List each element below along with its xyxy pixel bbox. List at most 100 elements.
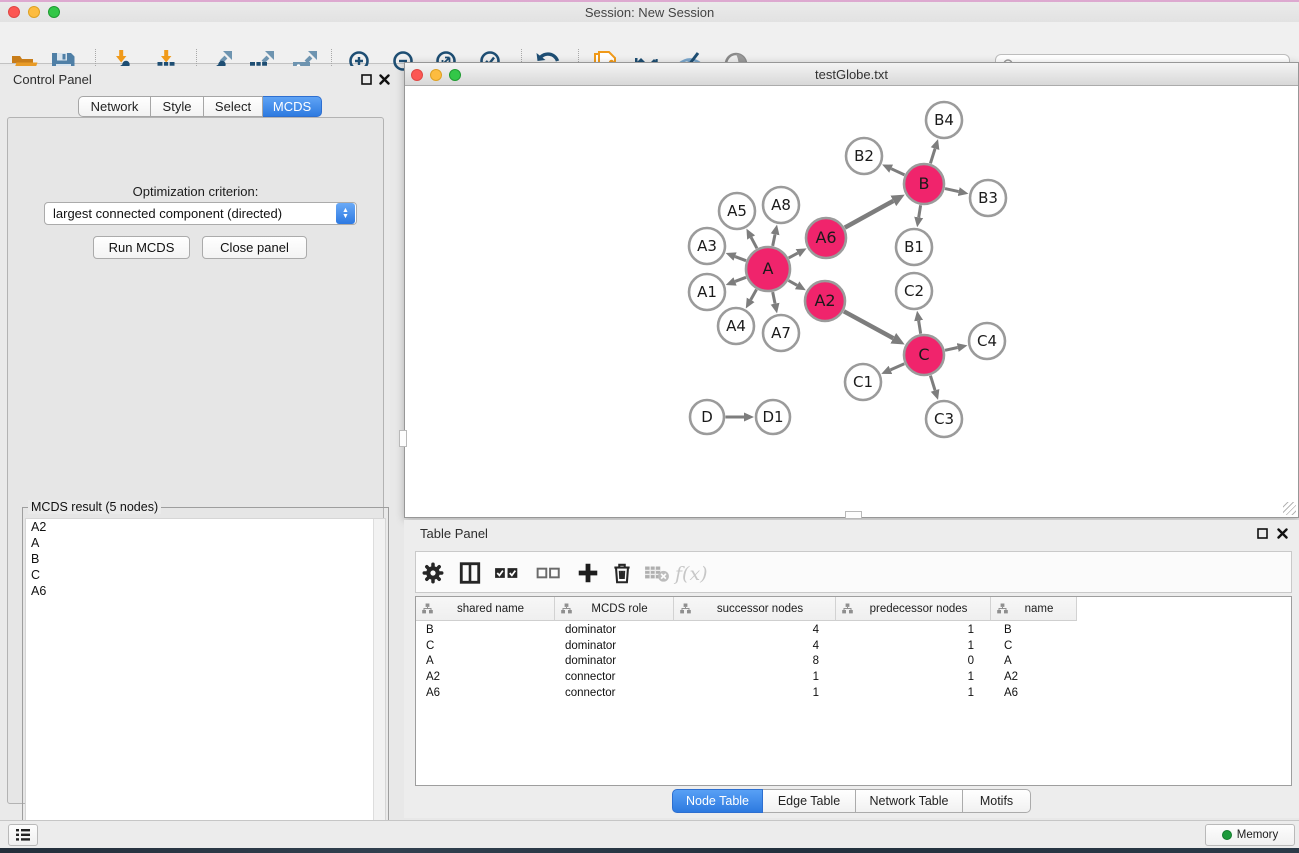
- graph-edge-B-B2[interactable]: [891, 169, 904, 175]
- tab-node-table[interactable]: Node Table: [672, 789, 763, 813]
- graph-edge-A-A8[interactable]: [773, 234, 775, 246]
- network-maximize-icon[interactable]: [449, 69, 461, 81]
- sort-icon[interactable]: [422, 603, 433, 614]
- close-panel-icon[interactable]: [376, 71, 392, 87]
- table-tabs: Node TableEdge TableNetwork TableMotifs: [672, 789, 1031, 813]
- table-row[interactable]: Cdominator41C: [416, 638, 1291, 654]
- sort-icon[interactable]: [561, 603, 572, 614]
- optimization-criterion-dropdown[interactable]: largest connected component (directed) ▲…: [44, 202, 357, 225]
- graph-edge-A2-C[interactable]: [844, 311, 893, 338]
- tab-select[interactable]: Select: [204, 96, 263, 117]
- table-row[interactable]: Bdominator41B: [416, 622, 1291, 638]
- mcds-result-group: MCDS result (5 nodes) A2ABCA6: [22, 507, 389, 852]
- float-panel-icon[interactable]: [358, 71, 374, 87]
- result-item[interactable]: A6: [26, 583, 385, 599]
- table-cell: 1: [836, 640, 991, 652]
- network-close-icon[interactable]: [411, 69, 423, 81]
- column-header-name[interactable]: name: [991, 597, 1077, 621]
- dropdown-value: largest connected component (directed): [45, 206, 336, 221]
- graph-edge-A-A5[interactable]: [751, 237, 757, 248]
- tab-mcds[interactable]: MCDS: [263, 96, 322, 117]
- tab-edge-table[interactable]: Edge Table: [763, 789, 856, 813]
- graph-node-label: A: [763, 259, 774, 278]
- graph-edge-A-A6[interactable]: [789, 253, 798, 258]
- mcds-tab-content: Optimization criterion: largest connecte…: [7, 117, 384, 804]
- memory-button[interactable]: Memory: [1205, 824, 1295, 846]
- task-history-button[interactable]: [8, 824, 38, 846]
- network-hscrollbar[interactable]: [845, 511, 862, 519]
- tab-motifs[interactable]: Motifs: [963, 789, 1031, 813]
- result-item[interactable]: C: [26, 567, 385, 583]
- table-cell: 1: [836, 671, 991, 683]
- close-window-icon[interactable]: [8, 6, 20, 18]
- table-cell: A: [991, 655, 1077, 667]
- control-panel-title: Control Panel: [13, 72, 92, 87]
- resize-grip-icon[interactable]: [1283, 502, 1296, 515]
- result-item[interactable]: B: [26, 551, 385, 567]
- graph-edge-A-A3[interactable]: [735, 257, 746, 261]
- table-cell: 4: [674, 624, 836, 636]
- table-cell: A6: [416, 687, 555, 699]
- graph-edge-A-A4[interactable]: [751, 289, 757, 299]
- add-column-button[interactable]: [573, 558, 603, 588]
- graph-edge-B-B1[interactable]: [919, 205, 921, 217]
- graph-edge-C-C2[interactable]: [919, 321, 921, 334]
- graph-node-label: A1: [697, 283, 717, 301]
- graph-edge-C-C1[interactable]: [890, 364, 904, 370]
- select-all-button[interactable]: [492, 558, 522, 588]
- table-row[interactable]: A2connector11A2: [416, 669, 1291, 685]
- deselect-all-button[interactable]: [534, 558, 564, 588]
- status-bar: Memory: [0, 820, 1299, 848]
- graph-edge-B-B4[interactable]: [930, 149, 935, 164]
- table-float-icon[interactable]: [1254, 525, 1270, 541]
- graph-node-label: C2: [904, 282, 924, 300]
- column-header-successor-nodes[interactable]: successor nodes: [674, 597, 836, 621]
- result-scrollbar[interactable]: [373, 519, 385, 848]
- delete-column-button[interactable]: [607, 558, 637, 588]
- column-header-shared-name[interactable]: shared name: [416, 597, 555, 621]
- delete-column-icon: [610, 561, 634, 585]
- column-header-predecessor-nodes[interactable]: predecessor nodes: [836, 597, 991, 621]
- table-cell: C: [991, 640, 1077, 652]
- memory-status-icon: [1222, 830, 1232, 840]
- table-panel: Table Panel f(x) shared nameMCDS rolesuc…: [404, 520, 1299, 818]
- close-panel-button[interactable]: Close panel: [202, 236, 307, 259]
- tab-network-table[interactable]: Network Table: [856, 789, 963, 813]
- column-header-MCDS-role[interactable]: MCDS role: [555, 597, 674, 621]
- graph-node-label: B2: [854, 147, 874, 165]
- result-item[interactable]: A: [26, 535, 385, 551]
- network-minimize-icon[interactable]: [430, 69, 442, 81]
- table-cell: 1: [674, 687, 836, 699]
- split-view-button[interactable]: [455, 558, 485, 588]
- tab-network[interactable]: Network: [78, 96, 151, 117]
- graph-edge-C-C3[interactable]: [930, 376, 935, 391]
- main-toolbar: [0, 22, 1299, 64]
- network-window-titlebar[interactable]: testGlobe.txt: [405, 63, 1298, 86]
- minimize-window-icon[interactable]: [28, 6, 40, 18]
- result-item[interactable]: A2: [26, 519, 385, 535]
- maximize-window-icon[interactable]: [48, 6, 60, 18]
- graph-edge-A-A7[interactable]: [773, 292, 775, 304]
- run-mcds-button[interactable]: Run MCDS: [93, 236, 190, 259]
- mcds-result-list[interactable]: A2ABCA6: [25, 518, 386, 849]
- graph-edge-A-A1[interactable]: [735, 277, 746, 281]
- tab-style[interactable]: Style: [151, 96, 204, 117]
- network-canvas[interactable]: AA6A2BCA5A8A3A1A4A7B2B4B3B1C2C4C1C3DD1: [405, 86, 1298, 517]
- graph-edge-B-B3[interactable]: [945, 189, 959, 192]
- graph-edge-A6-B[interactable]: [845, 201, 894, 228]
- table-row[interactable]: A6connector11A6: [416, 685, 1291, 701]
- sort-icon[interactable]: [997, 603, 1008, 614]
- memory-label: Memory: [1237, 829, 1279, 841]
- graph-edge-C-C4[interactable]: [945, 348, 958, 351]
- task-list-icon: [15, 828, 31, 842]
- network-vscrollbar[interactable]: [399, 430, 407, 447]
- table-cell: dominator: [555, 624, 674, 636]
- graph-edge-A-A2[interactable]: [788, 281, 797, 286]
- settings-button[interactable]: [418, 558, 448, 588]
- deselect-all-icon: [536, 561, 562, 585]
- table-row[interactable]: Adominator80A: [416, 653, 1291, 669]
- sort-icon[interactable]: [842, 603, 853, 614]
- sort-icon[interactable]: [680, 603, 691, 614]
- graph-node-label: B1: [904, 238, 924, 256]
- table-close-icon[interactable]: [1274, 525, 1290, 541]
